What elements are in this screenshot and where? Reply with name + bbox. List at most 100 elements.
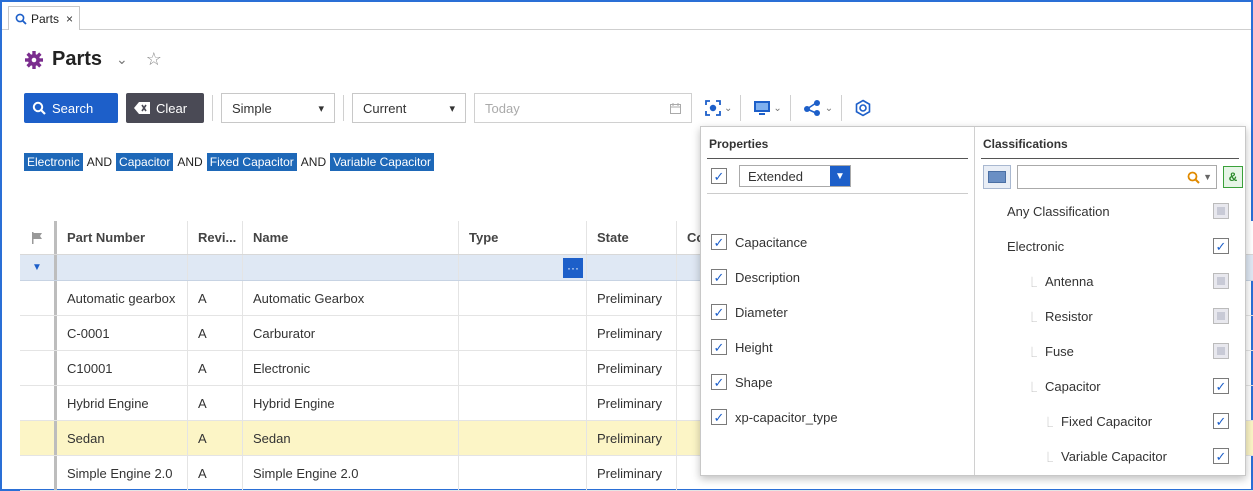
classification-item-capacitor[interactable]: ⎿ Capacitor ✓ — [975, 374, 1245, 398]
filter-toggle[interactable]: ▼ — [20, 255, 57, 280]
tree-branch-icon: ⎿ — [1027, 312, 1037, 324]
filter-name[interactable] — [243, 255, 459, 280]
classification-checkbox[interactable] — [1213, 203, 1229, 219]
criteria-tag[interactable]: Electronic — [24, 153, 83, 171]
property-item-capacitance[interactable]: ✓ Capacitance — [711, 234, 807, 250]
star-icon[interactable]: ☆ — [146, 49, 162, 70]
classification-checkbox[interactable]: ✓ — [1213, 448, 1229, 464]
classification-checkbox[interactable]: ✓ — [1213, 413, 1229, 429]
tab-parts[interactable]: Parts × — [8, 6, 81, 30]
view-options-button[interactable]: ⌄ — [700, 93, 736, 123]
search-criteria: Electronic AND Capacitor AND Fixed Capac… — [24, 153, 434, 171]
cell-part-number: C10001 — [57, 351, 188, 385]
search-icon[interactable] — [1187, 171, 1200, 184]
row-flag-cell — [20, 386, 57, 420]
search-button-label: Search — [52, 100, 94, 116]
properties-view-value: Extended — [748, 168, 803, 184]
column-header-name[interactable]: Name — [243, 221, 459, 254]
classification-checkbox[interactable] — [1213, 308, 1229, 324]
classification-label: Resistor — [1045, 308, 1093, 324]
column-header-type[interactable]: Type — [459, 221, 587, 254]
monitor-icon — [754, 101, 771, 115]
classification-item-resistor[interactable]: ⎿ Resistor — [975, 304, 1245, 328]
criteria-tag[interactable]: Fixed Capacitor — [206, 153, 297, 171]
classification-item-antenna[interactable]: ⎿ Antenna — [975, 269, 1245, 293]
chevron-down-icon: ⌄ — [773, 102, 782, 114]
property-checkbox[interactable]: ✓ — [711, 374, 727, 390]
date-input[interactable]: Today — [474, 93, 692, 123]
classification-item-electronic[interactable]: Electronic ✓ — [975, 234, 1245, 258]
properties-view-select[interactable]: Extended ▼ — [739, 165, 851, 187]
criteria-tag[interactable]: Variable Capacitor — [330, 153, 434, 171]
filter-revision[interactable] — [188, 255, 243, 280]
tree-branch-icon: ⎿ — [1043, 417, 1053, 429]
property-item-height[interactable]: ✓ Height — [711, 339, 773, 355]
property-checkbox[interactable]: ✓ — [711, 409, 727, 425]
share-icon — [803, 100, 820, 116]
cell-part-number: Sedan — [57, 421, 188, 455]
property-checkbox[interactable]: ✓ — [711, 339, 727, 355]
filter-state[interactable] — [587, 255, 677, 280]
ellipsis-icon[interactable]: ··· — [563, 257, 583, 278]
gear-icon — [25, 50, 43, 69]
criteria-operator: AND — [177, 155, 203, 169]
caret-down-icon[interactable]: ▼ — [1203, 172, 1212, 182]
date-placeholder: Today — [485, 100, 520, 116]
search-button[interactable]: Search — [24, 93, 118, 123]
column-header-revision[interactable]: Revi... — [188, 221, 243, 254]
chevron-down-icon: ⌄ — [824, 102, 834, 114]
close-icon[interactable]: × — [66, 12, 73, 26]
property-item-shape[interactable]: ✓ Shape — [711, 374, 773, 390]
criteria-tag[interactable]: Capacitor — [116, 153, 174, 171]
classification-checkbox[interactable]: ✓ — [1213, 378, 1229, 394]
classification-checkbox[interactable] — [1213, 273, 1229, 289]
display-options-button[interactable]: ⌄ — [749, 93, 785, 123]
classification-checkbox[interactable] — [1213, 343, 1229, 359]
property-checkbox[interactable]: ✓ — [711, 269, 727, 285]
select-all-checkbox[interactable]: ✓ — [711, 168, 727, 184]
target-icon — [705, 100, 721, 116]
classification-item-fuse[interactable]: ⎿ Fuse — [975, 339, 1245, 363]
and-operator-button[interactable]: & — [1223, 166, 1243, 188]
settings-button[interactable] — [850, 93, 876, 123]
cell-revision: A — [188, 316, 243, 350]
property-checkbox[interactable]: ✓ — [711, 234, 727, 250]
flag-icon — [32, 231, 42, 244]
search-icon — [15, 13, 27, 25]
page-title: Parts — [52, 48, 103, 70]
clear-button[interactable]: Clear — [126, 93, 204, 123]
classification-item-variable-capacitor[interactable]: ⎿ Variable Capacitor ✓ — [975, 444, 1245, 468]
cell-name: Electronic — [243, 351, 459, 385]
classification-search-input[interactable]: ▼ — [1017, 165, 1217, 189]
cell-revision: A — [188, 421, 243, 455]
properties-section: Properties ✓ Extended ▼ ✓ Capacitance ✓ … — [701, 127, 975, 475]
cell-state: Preliminary — [587, 316, 677, 350]
search-icon — [32, 101, 46, 115]
flag-column-header[interactable] — [20, 221, 57, 254]
filter-part-number[interactable] — [57, 255, 188, 280]
calendar-icon[interactable] — [670, 102, 681, 114]
share-button[interactable]: ⌄ — [799, 93, 837, 123]
cell-name: Hybrid Engine — [243, 386, 459, 420]
cell-state: Preliminary — [587, 351, 677, 385]
classification-item-any[interactable]: Any Classification — [975, 199, 1245, 223]
property-checkbox[interactable]: ✓ — [711, 304, 727, 320]
classification-item-fixed-capacitor[interactable]: ⎿ Fixed Capacitor ✓ — [975, 409, 1245, 433]
classification-checkbox[interactable]: ✓ — [1213, 238, 1229, 254]
chevron-down-icon[interactable]: ⌄ — [116, 51, 128, 68]
column-header-state[interactable]: State — [587, 221, 677, 254]
tree-view-icon[interactable] — [983, 165, 1011, 189]
version-select[interactable]: Current ▾ — [352, 93, 466, 123]
row-flag-cell — [20, 281, 57, 315]
column-header-part-number[interactable]: Part Number — [57, 221, 188, 254]
property-label: Diameter — [735, 304, 788, 320]
filter-type[interactable]: ··· — [459, 255, 587, 280]
property-item-diameter[interactable]: ✓ Diameter — [711, 304, 788, 320]
property-item-description[interactable]: ✓ Description — [711, 269, 800, 285]
page-header: Parts ⌄ ☆ — [24, 48, 162, 71]
classification-label: Fuse — [1045, 343, 1074, 359]
classifications-title: Classifications — [983, 137, 1068, 151]
cell-state: Preliminary — [587, 421, 677, 455]
search-mode-select[interactable]: Simple ▾ — [221, 93, 335, 123]
property-item-xp-capacitor-type[interactable]: ✓ xp-capacitor_type — [711, 409, 838, 425]
